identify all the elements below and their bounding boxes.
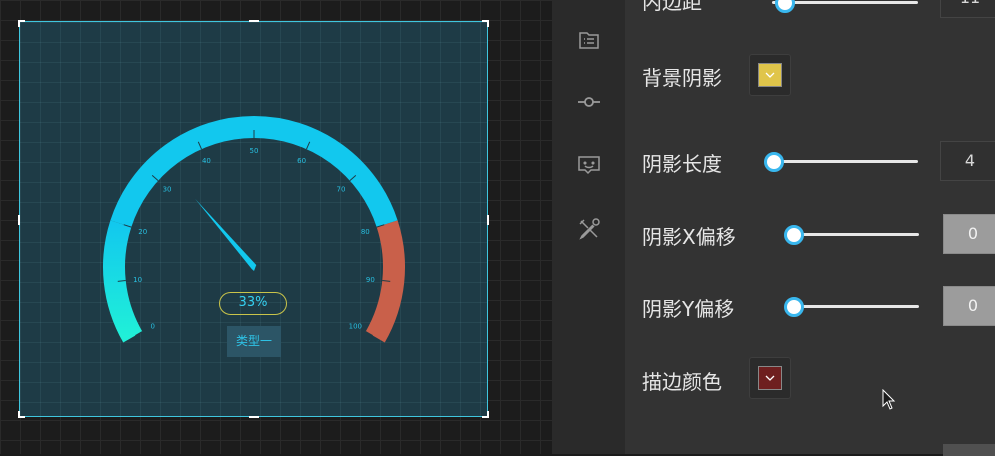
gauge-tick-label: 0 (150, 323, 154, 331)
gauge-tick-label: 20 (138, 228, 147, 236)
gauge-tick-label: 30 (163, 186, 172, 194)
resize-handle-top-right-v[interactable] (487, 20, 489, 27)
gauge-tick-label: 90 (366, 276, 375, 284)
shadow-length-slider-thumb[interactable] (764, 152, 784, 172)
gauge-tick-label: 50 (250, 147, 259, 155)
resize-handle-bottom-left-v[interactable] (18, 411, 20, 418)
gauge-percent-label: 33% (219, 292, 287, 315)
shadow-x-slider-thumb[interactable] (784, 225, 804, 245)
shadow-y-label: 阴影Y偏移 (642, 297, 735, 321)
shadow-y-slider-thumb[interactable] (784, 297, 804, 317)
node-icon[interactable] (576, 89, 602, 115)
bg-shadow-color-picker[interactable] (749, 54, 791, 96)
shadow-y-value-input[interactable]: 0 (943, 286, 995, 326)
gauge-type-label[interactable]: 类型一 (227, 326, 281, 357)
gauge-tick-label: 70 (336, 186, 345, 194)
resize-handle-left[interactable] (18, 215, 20, 225)
file-list-icon[interactable] (576, 27, 602, 53)
shadow-length-value-input[interactable]: 4 (940, 141, 995, 181)
gauge-arc-mid (110, 116, 398, 228)
gauge-tick-label: 80 (361, 228, 370, 236)
stroke-color-picker[interactable] (749, 357, 791, 399)
gauge-widget[interactable]: 0 10 20 30 40 50 60 70 80 90 100 33% 类型一 (19, 21, 488, 417)
shadow-length-slider-track[interactable] (772, 160, 918, 163)
padding-slider-thumb[interactable] (775, 0, 795, 13)
gauge-pointer (195, 198, 257, 271)
canvas-area[interactable]: 0 10 20 30 40 50 60 70 80 90 100 33% 类型一 (0, 0, 552, 454)
tools-icon[interactable] (576, 216, 602, 242)
mouse-cursor-icon (882, 389, 896, 410)
resize-handle-bottom[interactable] (249, 416, 259, 418)
settings-panel: 内边距 11 背景阴影 阴影长度 4 阴影X偏移 0 阴影Y偏移 0 描边颜色 (625, 0, 995, 456)
bg-shadow-label: 背景阴影 (642, 66, 722, 90)
padding-value-input[interactable]: 11 (940, 0, 995, 18)
shadow-x-label: 阴影X偏移 (642, 225, 736, 249)
next-value-input[interactable] (943, 444, 995, 456)
gauge-tick-label: 10 (133, 276, 142, 284)
chevron-down-icon (765, 72, 775, 78)
resize-handle-top-left-v[interactable] (18, 20, 20, 27)
comment-face-icon[interactable] (576, 152, 602, 178)
shadow-x-slider-track[interactable] (790, 233, 919, 236)
shadow-length-label: 阴影长度 (642, 152, 722, 176)
gauge-tick-label: 40 (202, 157, 211, 165)
padding-label: 内边距 (642, 0, 702, 14)
gauge-tick-label: 60 (297, 157, 306, 165)
resize-handle-right[interactable] (487, 215, 489, 225)
shadow-y-slider-track[interactable] (790, 305, 919, 308)
gauge-tick-label: 100 (349, 323, 362, 331)
settings-tab-rail (552, 0, 625, 454)
chevron-down-icon (765, 375, 775, 381)
stroke-color-label: 描边颜色 (642, 370, 722, 394)
resize-handle-bottom-right-v[interactable] (487, 411, 489, 418)
gauge-chart: 0 10 20 30 40 50 60 70 80 90 100 (103, 116, 405, 343)
resize-handle-top[interactable] (249, 20, 259, 22)
shadow-x-value-input[interactable]: 0 (943, 214, 995, 254)
